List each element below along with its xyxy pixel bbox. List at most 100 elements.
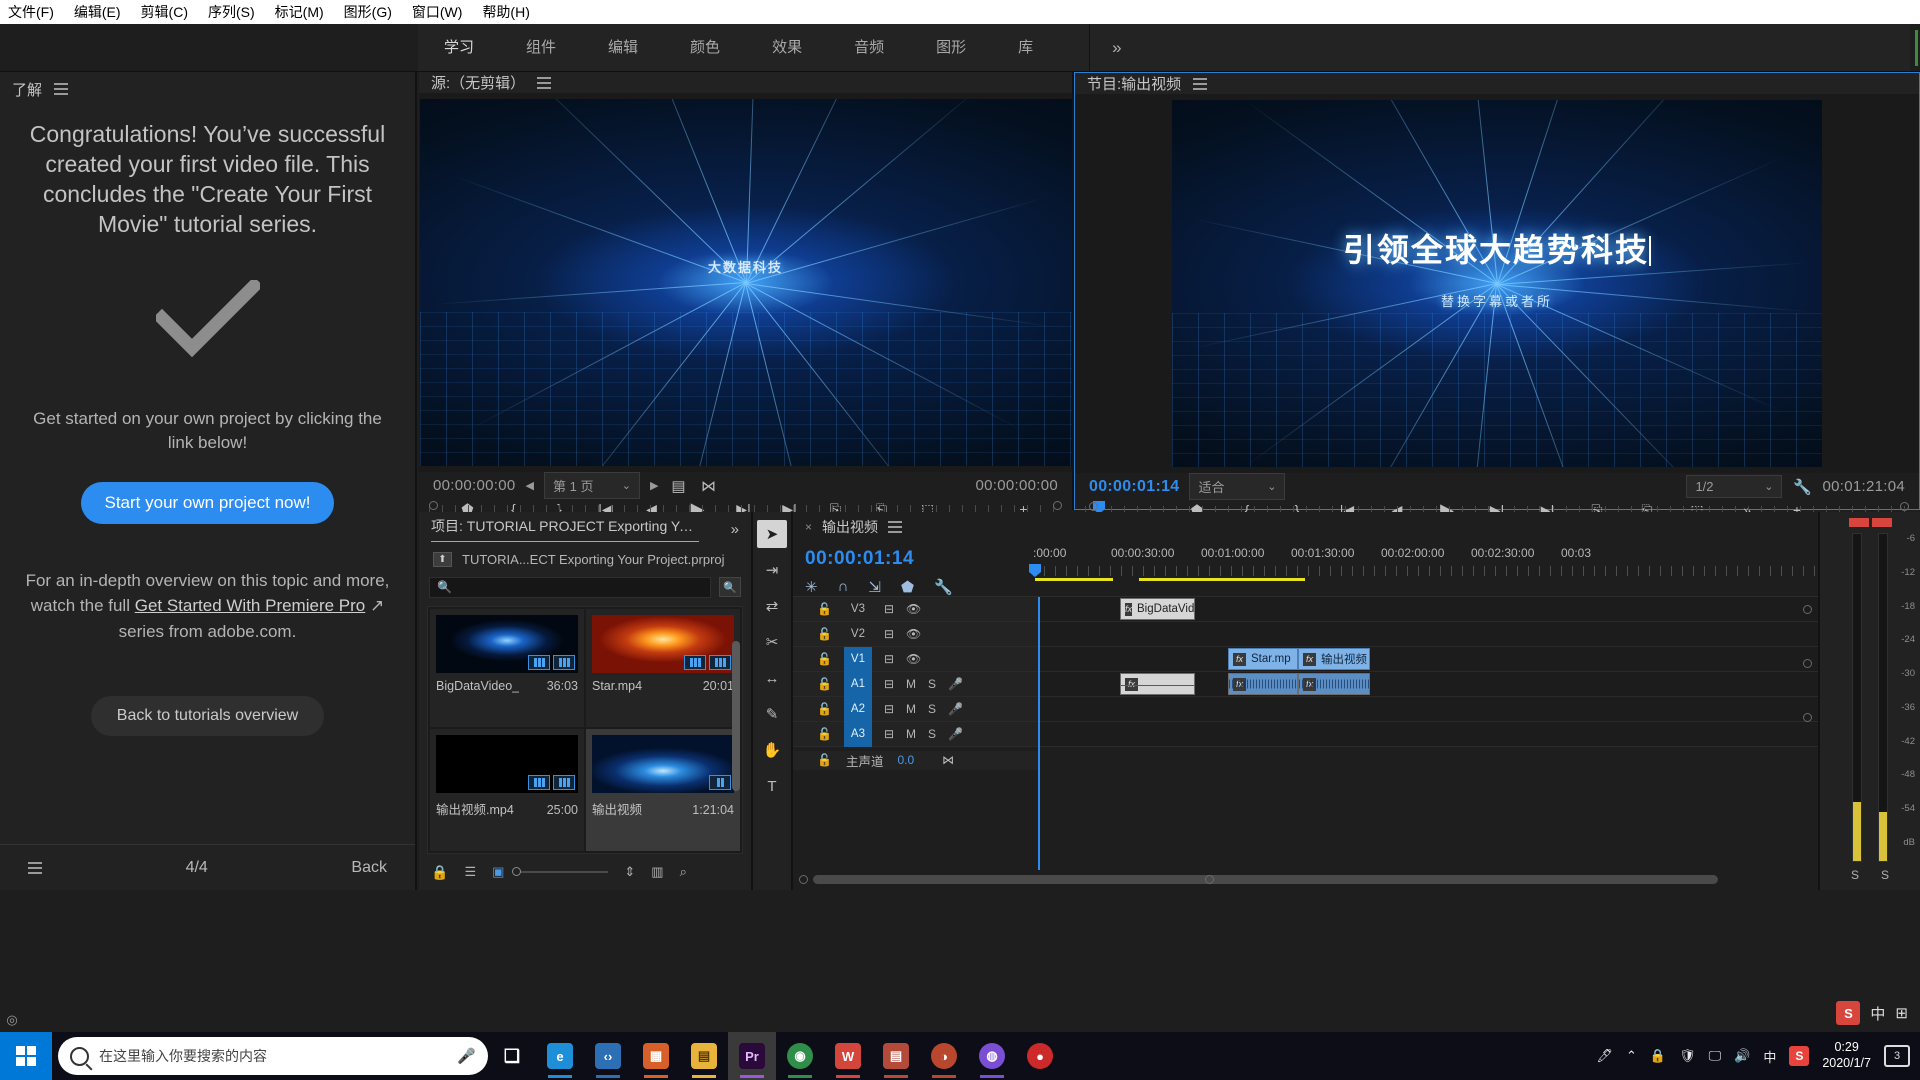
project-scrollbar[interactable]	[732, 641, 740, 791]
timeline-ruler[interactable]: :00:00 00:00:30:00 00:01:00:00 00:01:30:…	[1033, 542, 1818, 596]
taskbar-vscode-icon[interactable]: ‹›	[584, 1032, 632, 1080]
workspace-tab-audio[interactable]: 音频	[828, 24, 910, 71]
hand-tool-icon[interactable]: ✋	[757, 736, 787, 764]
drag-video-icon[interactable]: ▤	[668, 476, 688, 496]
selection-tool-icon[interactable]: ➤	[757, 520, 787, 548]
track-name[interactable]: V2	[844, 628, 872, 640]
solo-button[interactable]: S	[928, 702, 936, 716]
workspace-tab-color[interactable]: 颜色	[664, 24, 746, 71]
microphone-icon[interactable]: 🎤	[457, 1047, 476, 1065]
timeline-clip[interactable]: fx 输出视频	[1298, 648, 1370, 670]
ripple-edit-tool-icon[interactable]: ⇄	[757, 592, 787, 620]
track-select-tool-icon[interactable]: ⇥	[757, 556, 787, 584]
ime-mode-label[interactable]: 中	[1870, 1003, 1885, 1024]
taskbar-task-view-icon[interactable]: ❑	[488, 1032, 536, 1080]
menu-item-graphics[interactable]: 图形(G)	[344, 2, 392, 22]
new-search-bin-icon[interactable]: 🔍	[719, 577, 741, 597]
taskbar-cortana-app-icon[interactable]: ◍	[968, 1032, 1016, 1080]
taskbar-compass-icon[interactable]: ◑	[920, 1032, 968, 1080]
taskbar-chrome-icon[interactable]: ◉	[776, 1032, 824, 1080]
sync-lock-icon[interactable]: ⊟	[884, 652, 894, 666]
workspace-tab-learn[interactable]: 学习	[418, 24, 500, 71]
nest-sequence-icon[interactable]: ✳	[805, 578, 818, 596]
tray-shield-icon[interactable]: 🛡	[1679, 1048, 1696, 1064]
timeline-clip[interactable]: fx	[1228, 673, 1298, 695]
track-name[interactable]: A1	[844, 672, 872, 697]
workspace-tab-editing[interactable]: 编辑	[582, 24, 664, 71]
timeline-scroll-right-handle[interactable]	[1205, 875, 1214, 884]
track-body-a1[interactable]: fx fx fx	[1038, 672, 1818, 696]
linked-selection-icon[interactable]: ⇲	[868, 578, 881, 596]
mute-button[interactable]: M	[906, 677, 916, 691]
lock-icon[interactable]: 🔓	[817, 753, 832, 767]
menu-item-clip[interactable]: 剪辑(C)	[141, 2, 188, 22]
program-current-timecode[interactable]: 00:00:01:14	[1089, 478, 1179, 496]
snap-magnet-icon[interactable]: ∩	[838, 578, 849, 596]
program-panel-menu-icon[interactable]	[1193, 78, 1207, 90]
workspace-tab-assembly[interactable]: 组件	[500, 24, 582, 71]
taskbar-record-icon[interactable]: ●	[1016, 1032, 1064, 1080]
program-video-preview[interactable]: 引领全球大趋势科技 替换字幕或者所	[1172, 100, 1822, 467]
menu-item-marker[interactable]: 标记(M)	[275, 2, 324, 22]
tray-chevron-up-icon[interactable]: ⌃	[1626, 1048, 1637, 1064]
learn-menu-icon[interactable]	[28, 862, 42, 874]
sync-lock-icon[interactable]: ⊟	[884, 727, 894, 741]
mute-button[interactable]: M	[906, 702, 916, 716]
source-current-timecode[interactable]: 00:00:00:00	[433, 477, 516, 494]
workspace-tab-libraries[interactable]: 库	[992, 24, 1059, 71]
sync-lock-icon[interactable]: ⊟	[884, 627, 894, 641]
lock-icon[interactable]: 🔓	[817, 602, 832, 616]
sync-lock-icon[interactable]: ⊟	[884, 702, 894, 716]
taskbar-store-icon[interactable]: ▦	[632, 1032, 680, 1080]
menu-item-edit[interactable]: 编辑(E)	[74, 2, 121, 22]
track-name[interactable]: A2	[844, 697, 872, 722]
sync-lock-icon[interactable]: ⊟	[884, 602, 894, 616]
slip-tool-icon[interactable]: ↔	[757, 664, 787, 692]
solo-left-button[interactable]: S	[1851, 868, 1859, 888]
timeline-horizontal-scrollbar[interactable]	[813, 875, 1718, 884]
pen-tool-icon[interactable]: ✎	[757, 700, 787, 728]
taskbar-search-box[interactable]: 在这里输入你要搜索的内容 🎤	[58, 1037, 488, 1075]
razor-tool-icon[interactable]: ✂	[757, 628, 787, 656]
solo-right-button[interactable]: S	[1881, 868, 1889, 888]
eye-icon[interactable]: 👁	[906, 627, 921, 641]
menu-item-file[interactable]: 文件(F)	[8, 2, 54, 22]
tray-language-label[interactable]: 中	[1763, 1047, 1776, 1066]
taskbar-explorer-icon[interactable]: ▤	[680, 1032, 728, 1080]
source-panel-menu-icon[interactable]	[537, 77, 551, 89]
timeline-clip[interactable]: fx	[1120, 673, 1195, 695]
zoom-slider-knob[interactable]	[512, 867, 521, 876]
lock-icon[interactable]: 🔓	[817, 652, 832, 666]
source-scrub-end-handle[interactable]	[1053, 501, 1062, 510]
lock-icon[interactable]: 🔓	[817, 702, 832, 716]
source-video-preview[interactable]: 大数据科技	[420, 99, 1072, 466]
find-icon[interactable]: ⌕	[680, 864, 687, 880]
lock-icon[interactable]: 🔓	[817, 677, 832, 691]
project-lock-icon[interactable]: 🔒	[431, 864, 448, 881]
project-item[interactable]: Star.mp4 20:01	[586, 609, 740, 727]
program-scrub-start-handle[interactable]	[1089, 502, 1098, 511]
master-track-value[interactable]: 0.0	[897, 753, 914, 767]
start-button[interactable]	[0, 1032, 52, 1080]
timeline-clip[interactable]: fx BigDataVid	[1120, 598, 1195, 620]
mute-button[interactable]: M	[906, 727, 916, 741]
project-overflow-icon[interactable]: »	[731, 521, 739, 538]
parent-folder-icon[interactable]: ⬆	[433, 552, 452, 567]
close-icon[interactable]: ×	[805, 520, 812, 534]
panel-menu-icon[interactable]	[54, 83, 68, 95]
zoom-slider[interactable]	[520, 871, 608, 873]
track-body-a3[interactable]	[1038, 722, 1818, 746]
workspace-tab-graphics[interactable]: 图形	[910, 24, 992, 71]
add-marker-icon[interactable]: ⬟	[901, 578, 914, 596]
track-name[interactable]: A3	[844, 722, 872, 747]
settings-wrench-icon[interactable]: 🔧	[1792, 477, 1812, 497]
timeline-clip[interactable]: fx Star.mp	[1228, 648, 1298, 670]
eye-icon[interactable]: 👁	[906, 602, 921, 616]
tray-lock-icon[interactable]: 🔒	[1650, 1048, 1666, 1064]
notification-center-icon[interactable]: 3	[1884, 1045, 1910, 1067]
start-project-button[interactable]: Start your own project now!	[81, 482, 335, 524]
project-search-input[interactable]: 🔍	[429, 577, 711, 598]
prev-page-icon[interactable]: ◀	[526, 479, 534, 492]
program-resolution-select[interactable]: 1/2 ⌄	[1686, 475, 1782, 498]
taskbar-edge-icon[interactable]: e	[536, 1032, 584, 1080]
